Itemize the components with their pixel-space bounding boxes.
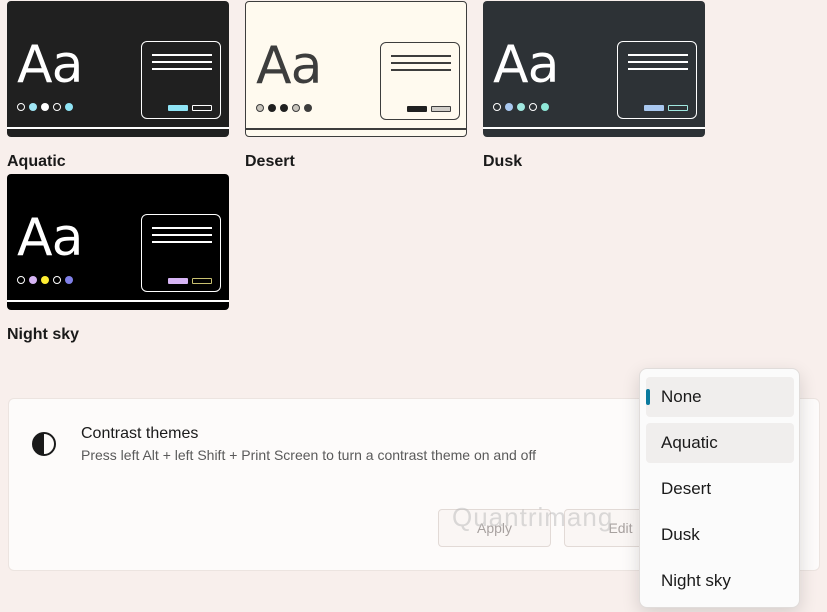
color-dot — [541, 103, 549, 111]
window-preview — [141, 214, 221, 292]
theme-name-desert: Desert — [245, 153, 295, 170]
color-dot — [256, 104, 264, 112]
preview-line — [391, 62, 451, 64]
color-dots — [493, 103, 549, 111]
preview-line — [152, 241, 212, 243]
preview-text: Aa — [493, 35, 559, 95]
color-dot — [493, 103, 501, 111]
color-dots — [256, 104, 312, 112]
selected-indicator — [646, 389, 650, 405]
menu-item-label: Aquatic — [661, 433, 718, 452]
preview-divider — [7, 127, 229, 129]
preview-button-secondary — [192, 278, 212, 284]
preview-divider — [7, 300, 229, 302]
menu-item-night-sky[interactable]: Night sky — [646, 561, 794, 601]
preview-button-secondary — [668, 105, 688, 111]
theme-preview-desert[interactable]: Aa — [245, 1, 467, 137]
preview-line — [628, 54, 688, 56]
preview-line — [628, 61, 688, 63]
theme-name-dusk: Dusk — [483, 153, 523, 170]
menu-item-label: Dusk — [661, 525, 700, 544]
menu-item-desert[interactable]: Desert — [646, 469, 794, 509]
preview-line — [391, 55, 451, 57]
color-dot — [17, 276, 25, 284]
preview-line — [628, 68, 688, 70]
preview-button-primary — [168, 278, 188, 284]
contrast-themes-title: Contrast themes — [81, 425, 199, 442]
color-dot — [517, 103, 525, 111]
color-dot — [17, 103, 25, 111]
contrast-themes-subtitle: Press left Alt + left Shift + Print Scre… — [81, 447, 536, 463]
color-dot — [292, 104, 300, 112]
preview-text: Aa — [256, 36, 322, 96]
preview-button-secondary — [192, 105, 212, 111]
color-dot — [65, 103, 73, 111]
color-dot — [53, 103, 61, 111]
preview-line — [152, 61, 212, 63]
preview-button-primary — [644, 105, 664, 111]
window-preview — [141, 41, 221, 119]
window-preview — [617, 41, 697, 119]
theme-dropdown-menu[interactable]: None Aquatic Desert Dusk Night sky — [639, 368, 800, 608]
color-dot — [41, 103, 49, 111]
color-dot — [65, 276, 73, 284]
color-dot — [53, 276, 61, 284]
theme-card-dusk[interactable]: Aa Dusk — [483, 1, 705, 171]
color-dots — [17, 276, 73, 284]
menu-item-none[interactable]: None — [646, 377, 794, 417]
menu-item-dusk[interactable]: Dusk — [646, 515, 794, 555]
preview-line — [152, 68, 212, 70]
contrast-icon — [32, 432, 56, 456]
preview-line — [152, 54, 212, 56]
menu-item-label: None — [661, 387, 702, 406]
color-dot — [41, 276, 49, 284]
color-dot — [268, 104, 276, 112]
preview-divider — [483, 127, 705, 129]
theme-card-desert[interactable]: Aa Desert — [245, 1, 467, 171]
preview-line — [152, 234, 212, 236]
preview-button-primary — [168, 105, 188, 111]
preview-line — [152, 227, 212, 229]
preview-divider — [246, 128, 466, 130]
preview-line — [391, 69, 451, 71]
color-dots — [17, 103, 73, 111]
color-dot — [505, 103, 513, 111]
theme-preview-dusk[interactable]: Aa — [483, 1, 705, 137]
theme-name-aquatic: Aquatic — [7, 153, 66, 170]
color-dot — [29, 276, 37, 284]
menu-item-label: Night sky — [661, 571, 731, 590]
color-dot — [529, 103, 537, 111]
preview-text: Aa — [17, 35, 83, 95]
theme-name-night-sky: Night sky — [7, 326, 80, 343]
preview-button-secondary — [431, 106, 451, 112]
preview-button-primary — [407, 106, 427, 112]
window-preview — [380, 42, 460, 120]
theme-preview-aquatic[interactable]: Aa — [7, 1, 229, 137]
theme-preview-night-sky[interactable]: Aa — [7, 174, 229, 310]
theme-card-night-sky[interactable]: Aa Night sky — [7, 174, 229, 344]
watermark-text: Quantrimang — [452, 502, 614, 532]
menu-item-aquatic[interactable]: Aquatic — [646, 423, 794, 463]
color-dot — [280, 104, 288, 112]
color-dot — [304, 104, 312, 112]
color-dot — [29, 103, 37, 111]
preview-text: Aa — [17, 208, 83, 268]
menu-item-label: Desert — [661, 479, 712, 498]
theme-card-aquatic[interactable]: Aa Aquatic — [7, 1, 229, 171]
